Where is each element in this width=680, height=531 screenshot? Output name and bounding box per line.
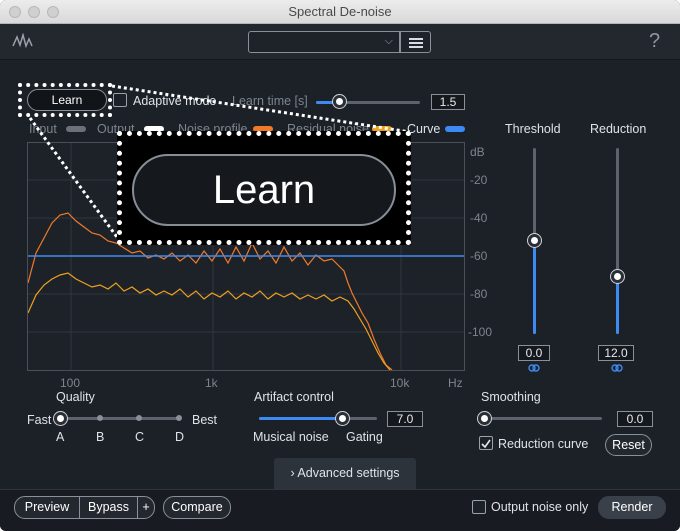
plugin-window: Spectral De-noise ⌵ ? Learn Adaptive mod… — [0, 0, 680, 531]
learn-zoom-callout: Learn — [117, 131, 411, 245]
learn-zoom-text: Learn — [132, 154, 396, 226]
callout-connectors — [28, 84, 411, 245]
